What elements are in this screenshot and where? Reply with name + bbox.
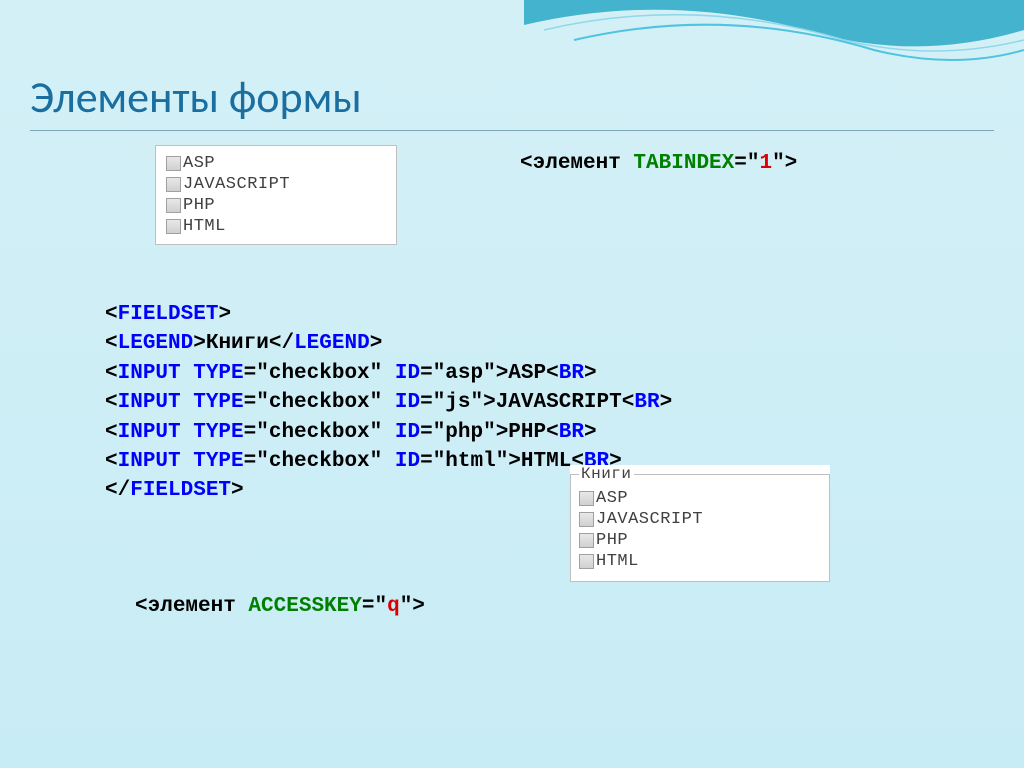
slide-title: Элементы формы — [30, 70, 362, 124]
fieldset-legend: Книги — [579, 465, 634, 483]
checkbox-list-plain: ASP JAVASCRIPT PHP HTML — [155, 145, 397, 245]
code-token: TABINDEX — [621, 152, 734, 175]
title-underline — [30, 130, 994, 131]
list-item: JAVASCRIPT — [579, 510, 821, 529]
list-item: HTML — [579, 552, 821, 571]
list-label: PHP — [596, 531, 628, 550]
list-item: JAVASCRIPT — [166, 175, 386, 194]
code-line: <LEGEND>Книги</LEGEND> — [105, 329, 672, 358]
code-token: < — [135, 595, 148, 618]
code-line: <INPUT TYPE="checkbox" ID="php">PHP<BR> — [105, 418, 672, 447]
checkbox-icon — [579, 533, 594, 548]
list-label: JAVASCRIPT — [596, 510, 703, 529]
list-label: ASP — [596, 489, 628, 508]
list-label: HTML — [183, 217, 226, 236]
list-label: PHP — [183, 196, 215, 215]
slide: Элементы формы ASP JAVASCRIPT PHP HTML <… — [0, 0, 1024, 768]
list-label: HTML — [596, 552, 639, 571]
code-token: =" — [734, 152, 759, 175]
code-accesskey: <элемент ACCESSKEY="q"> — [135, 595, 425, 618]
code-tabindex: <элемент TABINDEX="1"> — [520, 152, 797, 175]
code-line: <INPUT TYPE="checkbox" ID="js">JAVASCRIP… — [105, 388, 672, 417]
list-item: PHP — [579, 531, 821, 550]
code-token: < — [520, 152, 533, 175]
checkbox-icon — [166, 198, 181, 213]
checkbox-icon — [579, 512, 594, 527]
code-token: элемент — [148, 595, 236, 618]
decorative-swoosh — [524, 0, 1024, 120]
list-item: ASP — [579, 489, 821, 508]
list-label: JAVASCRIPT — [183, 175, 290, 194]
code-token: "> — [400, 595, 425, 618]
fieldset: Книги ASP JAVASCRIPT PHP HTML — [570, 465, 830, 582]
code-line: <INPUT TYPE="checkbox" ID="asp">ASP<BR> — [105, 359, 672, 388]
list-label: ASP — [183, 154, 215, 173]
code-token: 1 — [759, 152, 772, 175]
checkbox-icon — [166, 156, 181, 171]
list-item: PHP — [166, 196, 386, 215]
checkbox-icon — [579, 491, 594, 506]
checkbox-icon — [166, 177, 181, 192]
checkbox-icon — [579, 554, 594, 569]
fieldset-rendered: Книги ASP JAVASCRIPT PHP HTML — [570, 465, 830, 582]
checkbox-icon — [166, 219, 181, 234]
code-token: элемент — [533, 152, 621, 175]
list-item: HTML — [166, 217, 386, 236]
code-token: "> — [772, 152, 797, 175]
code-line: <FIELDSET> — [105, 300, 672, 329]
code-token: ACCESSKEY — [236, 595, 362, 618]
list-item: ASP — [166, 154, 386, 173]
code-token: =" — [362, 595, 387, 618]
code-token: q — [387, 595, 400, 618]
